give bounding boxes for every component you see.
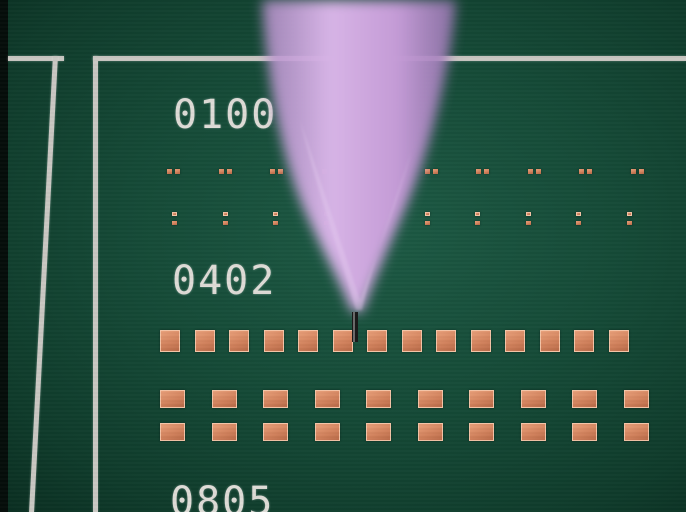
pcb-photo: 0100 0402 0805 [0,0,686,512]
probe-tip [262,0,456,342]
probe-body [262,0,456,312]
